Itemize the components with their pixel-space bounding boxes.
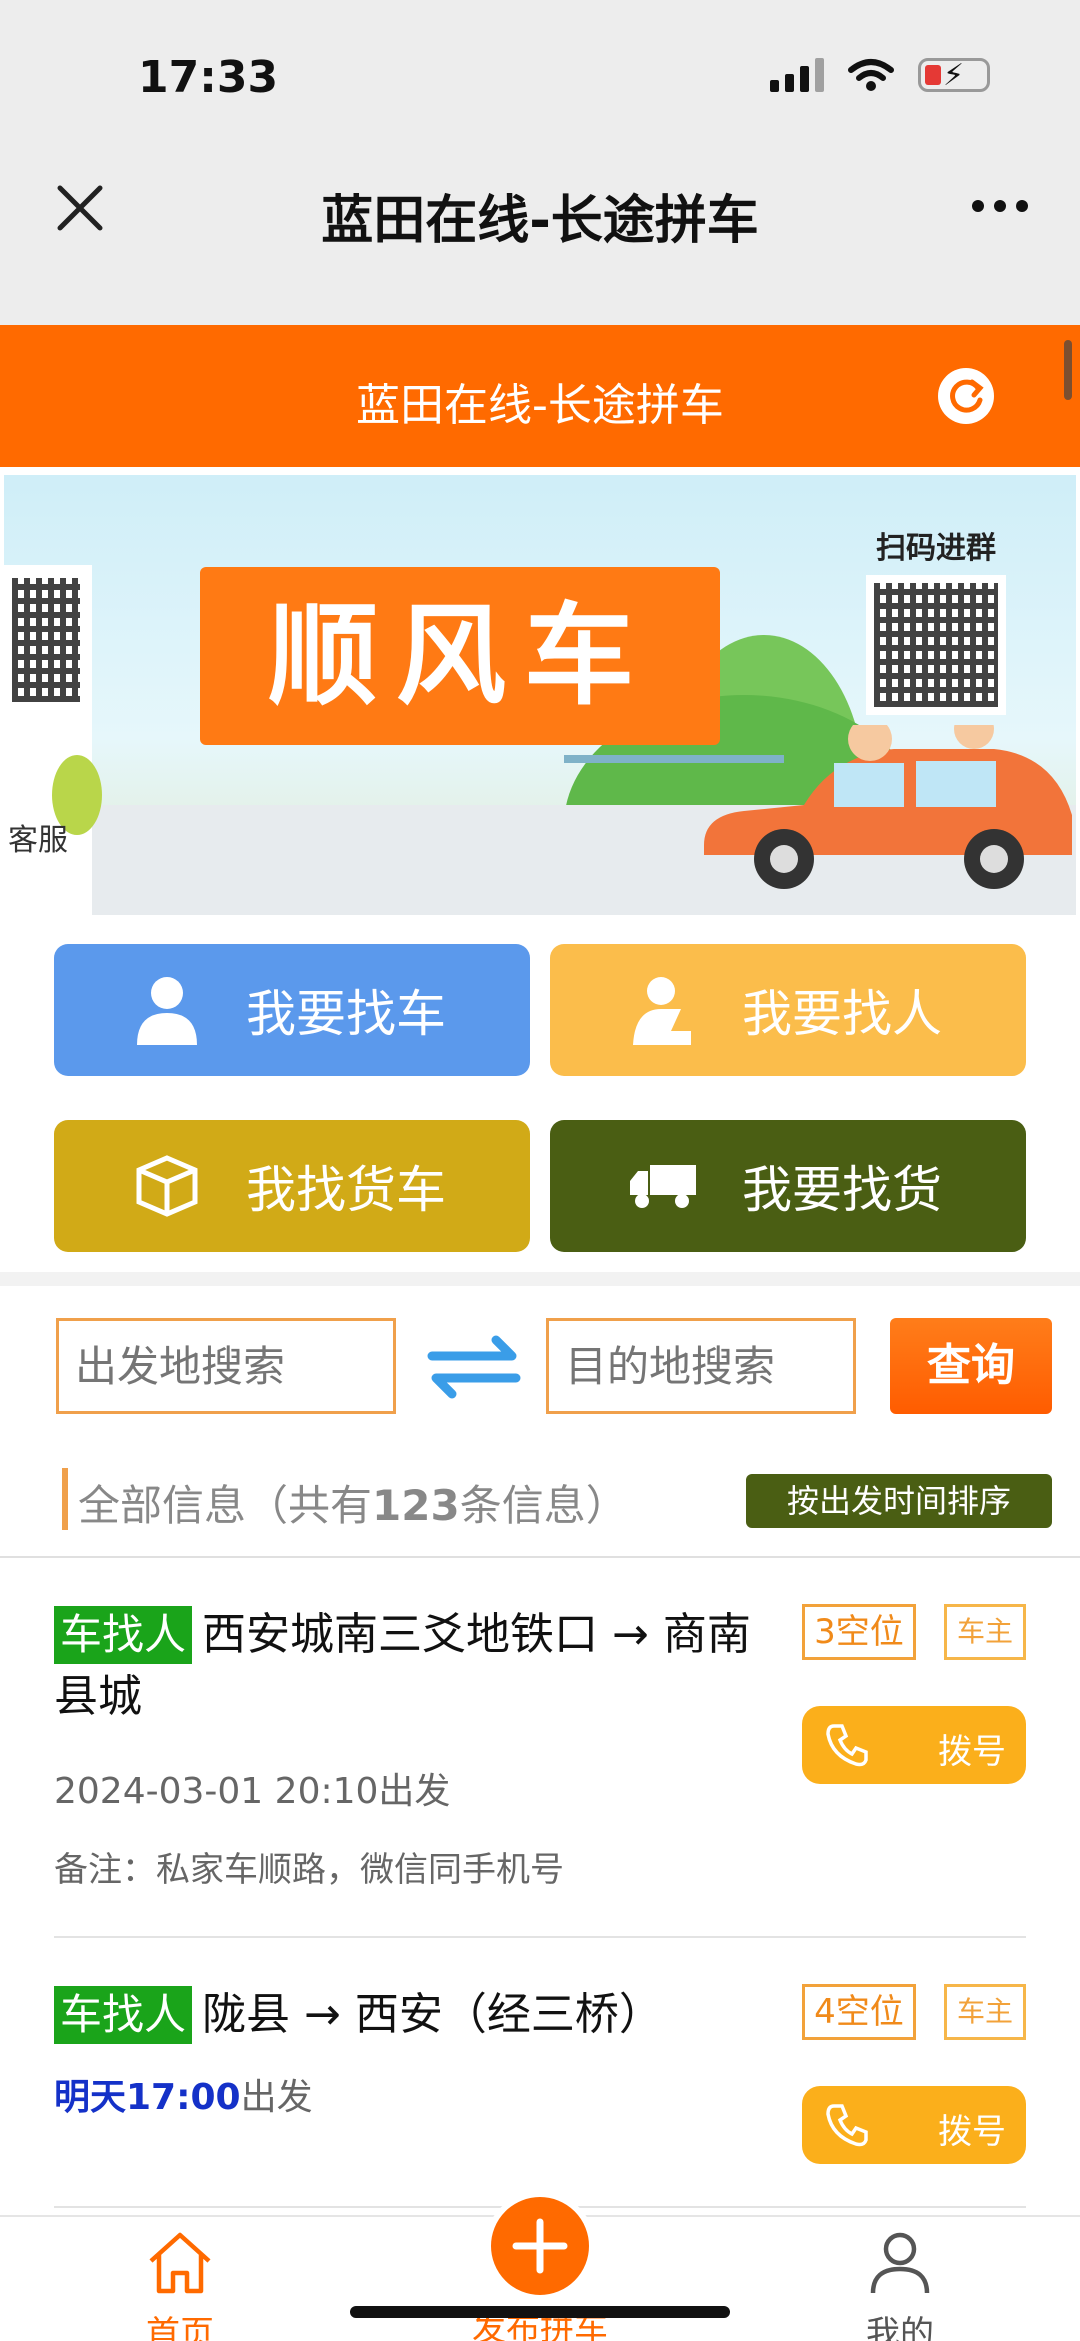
listing-tag: 车找人 [54, 1606, 193, 1664]
depart-time: 2024-03-01 20:10出发 [54, 1762, 774, 1814]
find-cargo-button[interactable]: 我要找货 [550, 1120, 1026, 1252]
group-qr-code[interactable] [866, 575, 1006, 715]
list-header-title: 全部信息（共有123条信息） [78, 1472, 628, 1533]
depart-highlight: 明天17:00 [54, 2077, 241, 2118]
wechat-page-title: 蓝田在线-长途拼车 [321, 191, 759, 251]
status-icons: ⚡ [770, 58, 990, 93]
list-item[interactable]: 车找人 西安城南三爻地铁口 → 商南县城 2024-03-01 20:10出发 备… [54, 1604, 774, 1891]
add-icon [485, 2191, 595, 2301]
divider [54, 1936, 1026, 1938]
owner-badge: 车主 [944, 1604, 1026, 1660]
phone-icon [826, 2104, 868, 2147]
box-icon [132, 1151, 202, 1221]
list-item[interactable]: 车找人 陇县 → 西安（经三桥） 明天17:00出发 [54, 1984, 774, 2120]
destination-search-input[interactable] [546, 1318, 856, 1414]
promo-banner[interactable]: 顺风车 扫码进群 客服 [4, 475, 1076, 915]
home-icon [149, 2232, 211, 2294]
app-header: 蓝田在线-长途拼车 [0, 325, 1080, 467]
battery-icon: ⚡ [918, 58, 990, 93]
dial-button[interactable]: 拨号 [802, 1706, 1026, 1784]
car-illustration [704, 725, 1072, 889]
dial-button[interactable]: 拨号 [802, 2086, 1026, 2164]
list-header-prefix: 全部信息（共有 [78, 1481, 373, 1530]
find-car-label: 我要找车 [246, 985, 446, 1043]
departure-search-input[interactable] [56, 1318, 396, 1414]
qr-caption: 扫码进群 [876, 531, 996, 566]
dial-label: 拨号 [938, 1732, 1006, 1772]
status-time: 17:33 [138, 52, 279, 103]
app-header-title: 蓝田在线-长途拼车 [356, 380, 724, 431]
refresh-icon[interactable] [938, 368, 994, 424]
tab-me[interactable]: 我的 [820, 2227, 980, 2341]
depart-text: 2024-03-01 20:10出发 [54, 1771, 451, 1812]
listing-count: 123 [372, 1481, 460, 1530]
depart-text: 出发 [240, 2077, 313, 2118]
seats-badge: 3空位 [802, 1604, 916, 1660]
bottom-tab-bar: 首页 发布拼车 我的 [0, 2191, 1080, 2341]
section-divider [0, 1272, 1080, 1286]
route-line: 车找人 陇县 → 西安（经三桥） [54, 1984, 774, 2046]
person-icon [132, 975, 202, 1045]
route-line: 车找人 西安城南三爻地铁口 → 商南县城 [54, 1604, 774, 1728]
tab-me-label: 我的 [866, 2314, 934, 2341]
driver-icon [628, 975, 698, 1045]
truck-icon [628, 1151, 698, 1221]
tab-home-label: 首页 [146, 2314, 214, 2341]
find-people-button[interactable]: 我要找人 [550, 944, 1026, 1076]
tab-publish[interactable]: 发布拼车 [440, 2191, 640, 2341]
sort-by-departure-button[interactable]: 按出发时间排序 [746, 1474, 1052, 1528]
listing-note: 备注：私家车顺路，微信同手机号 [54, 1850, 564, 1890]
banner-sign: 顺风车 [200, 567, 720, 745]
find-truck-label: 我找货车 [246, 1161, 446, 1219]
more-options-icon[interactable] [972, 200, 1028, 212]
query-button[interactable]: 查询 [890, 1318, 1052, 1414]
dial-label: 拨号 [938, 2112, 1006, 2152]
route-text: 陇县 → 西安（经三桥） [202, 1989, 663, 2040]
tab-home[interactable]: 首页 [100, 2227, 260, 2341]
find-people-label: 我要找人 [742, 985, 942, 1043]
swap-icon[interactable] [426, 1332, 522, 1402]
find-truck-button[interactable]: 我找货车 [54, 1120, 530, 1252]
wifi-icon [848, 59, 894, 91]
service-label: 客服 [8, 823, 68, 858]
list-header-suffix: 条信息） [459, 1481, 628, 1530]
seats-badge: 4空位 [802, 1984, 916, 2040]
phone-icon [826, 1724, 868, 1767]
list-header-accent [62, 1468, 68, 1530]
find-cargo-label: 我要找货 [742, 1161, 942, 1219]
scrollbar[interactable] [1064, 340, 1072, 400]
depart-time: 明天17:00出发 [54, 2068, 774, 2120]
find-car-button[interactable]: 我要找车 [54, 944, 530, 1076]
listing-tag: 车找人 [54, 1986, 193, 2044]
wechat-top-area: 17:33 ⚡ 蓝田在线-长途拼车 [0, 0, 1080, 325]
home-indicator[interactable] [350, 2306, 730, 2318]
service-qr-code[interactable] [4, 570, 88, 710]
user-icon [870, 2232, 930, 2294]
cellular-signal-icon [770, 58, 824, 92]
owner-badge: 车主 [944, 1984, 1026, 2040]
divider [0, 1556, 1080, 1558]
